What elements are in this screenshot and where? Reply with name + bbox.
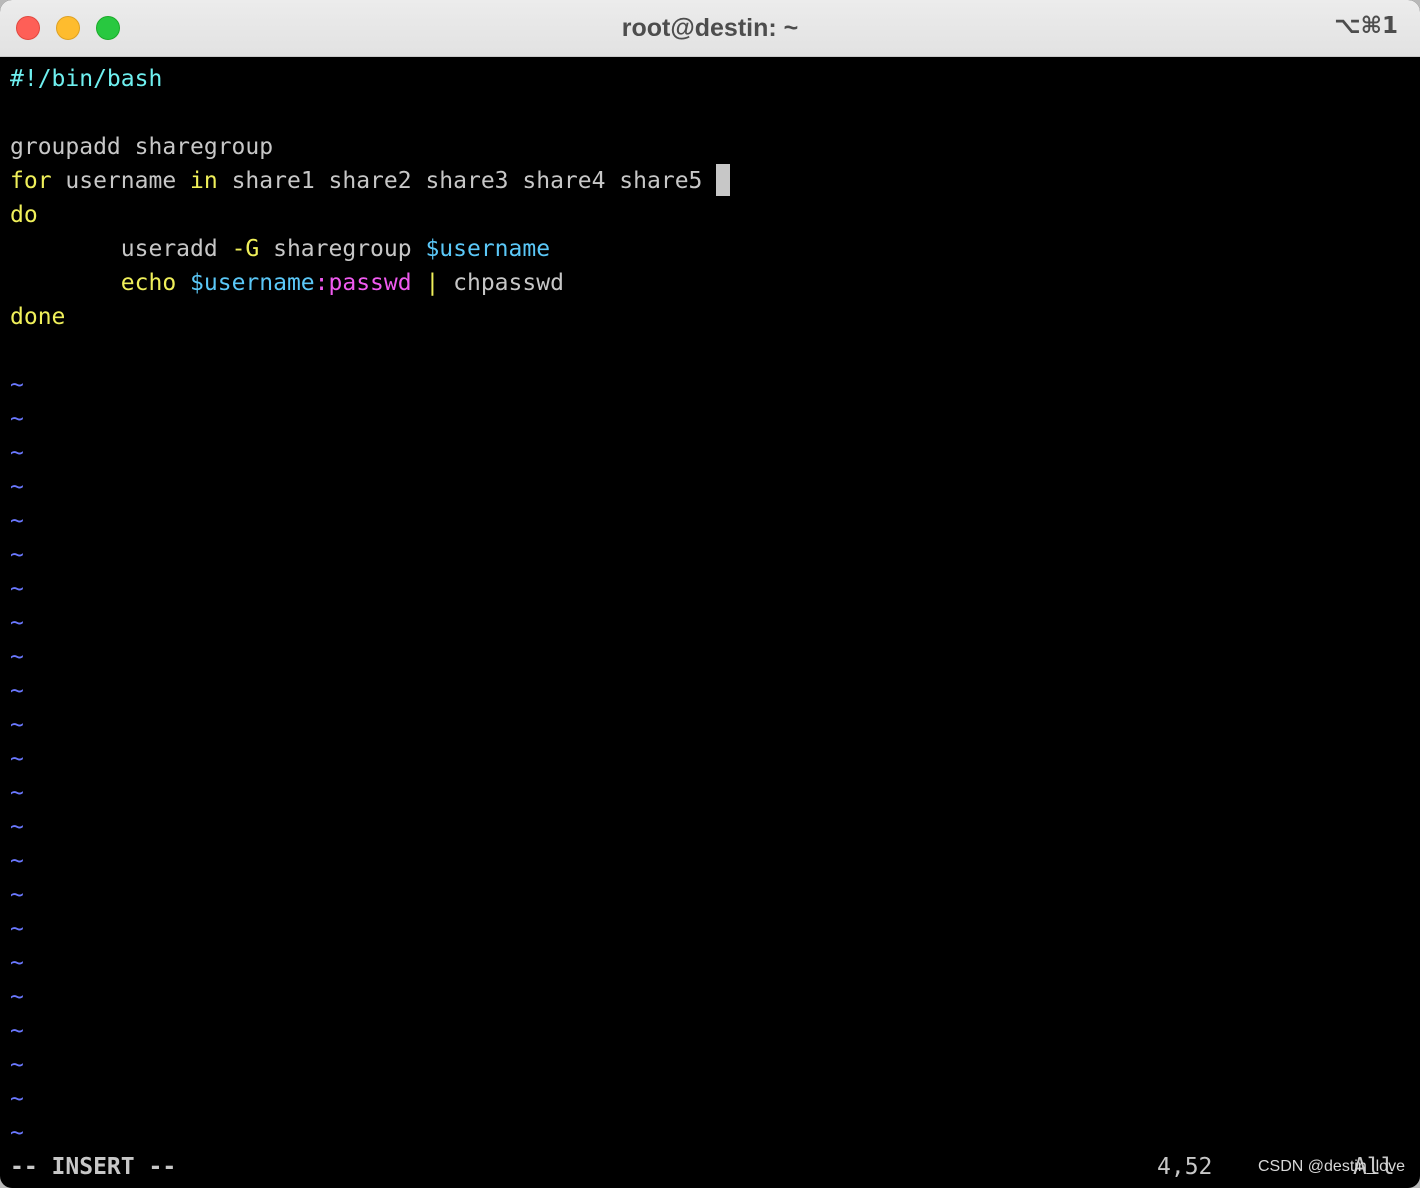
empty-line-tilde: ~ (10, 746, 24, 772)
keyword-done: done (10, 304, 66, 330)
empty-line-tilde: ~ (10, 474, 24, 500)
code-line-2[interactable] (0, 96, 1420, 130)
echo-command: echo (120, 270, 177, 296)
empty-line-tilde: ~ (10, 372, 24, 398)
code-line-4[interactable]: for username in share1 share2 share3 sha… (0, 163, 1420, 198)
empty-line-tilde: ~ (10, 1018, 24, 1044)
empty-line-tilde: ~ (10, 848, 24, 874)
empty-line-tilde: ~ (10, 1120, 24, 1146)
chpasswd-command: chpasswd (453, 270, 564, 296)
code-line-8[interactable]: done (0, 300, 1420, 334)
empty-line-tilde: ~ (10, 644, 24, 670)
empty-line-tilde: ~ (10, 1052, 24, 1078)
useradd-command: useradd (120, 236, 232, 262)
empty-line-tilde: ~ (10, 678, 24, 704)
title-bar[interactable]: root@destin: ~ ⌥⌘1 (0, 0, 1420, 57)
code-line-3[interactable]: groupadd sharegroup (0, 130, 1420, 164)
code-line-5[interactable]: do (0, 198, 1420, 232)
empty-line-tilde: ~ (10, 406, 24, 432)
window-shortcut: ⌥⌘1 (1334, 13, 1398, 39)
keyword-for: for (10, 168, 52, 194)
keyword-do: do (10, 202, 38, 228)
empty-line-tilde: ~ (10, 712, 24, 738)
password-string: :passwd (314, 270, 412, 296)
pipe-operator: | (411, 270, 454, 296)
empty-line-tilde: ~ (10, 1086, 24, 1112)
vim-status-line: -- INSERT -- 4,52 All (0, 1150, 1420, 1184)
window-title: root@destin: ~ (621, 14, 799, 42)
empty-line-tilde: ~ (10, 916, 24, 942)
group-flag: -G (231, 236, 260, 262)
shebang: #!/bin/bash (10, 66, 163, 92)
vim-editor[interactable]: #!/bin/bash groupadd sharegroup for user… (0, 62, 1420, 1150)
empty-line-tilde: ~ (10, 814, 24, 840)
loop-variable: username (51, 168, 191, 194)
keyword-in: in (190, 168, 218, 194)
empty-line-tilde: ~ (10, 950, 24, 976)
groupadd-command: groupadd sharegroup (10, 134, 274, 160)
text-cursor (716, 163, 731, 196)
code-line-7[interactable]: echo $username:passwd | chpasswd (0, 266, 1420, 300)
empty-line-tilde: ~ (10, 882, 24, 908)
empty-line-tilde: ~ (10, 780, 24, 806)
username-variable: $username (425, 236, 551, 262)
username-variable: $username (190, 270, 315, 296)
code-line-9[interactable] (0, 334, 1420, 368)
empty-line-tilde: ~ (10, 440, 24, 466)
csdn-watermark: CSDN @destin_love (1258, 1158, 1405, 1175)
empty-line-tilde: ~ (10, 508, 24, 534)
empty-line-tilde: ~ (10, 542, 24, 568)
mode-indicator: -- INSERT -- (10, 1154, 177, 1180)
group-arg: sharegroup (259, 236, 426, 262)
empty-line-tilde: ~ (10, 984, 24, 1010)
empty-line-tilde: ~ (10, 576, 24, 602)
terminal-window: root@destin: ~ ⌥⌘1 #!/bin/bash groupadd … (0, 0, 1420, 1188)
code-line-1[interactable]: #!/bin/bash (0, 62, 1420, 96)
empty-line-tilde: ~ (10, 610, 24, 636)
cursor-position: 4,52 (1157, 1154, 1213, 1180)
loop-list: share1 share2 share3 share4 share5 (217, 168, 717, 194)
code-line-6[interactable]: useradd -G sharegroup $username (0, 232, 1420, 266)
